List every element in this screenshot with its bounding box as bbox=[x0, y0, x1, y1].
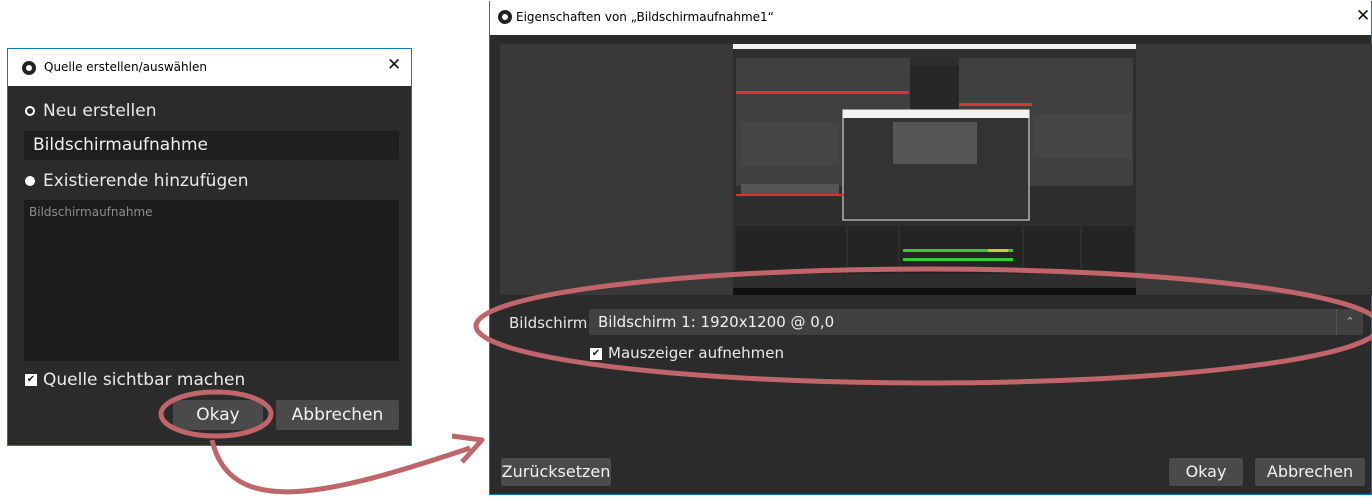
cancel-button[interactable]: Abbrechen bbox=[1255, 458, 1365, 486]
radio-new[interactable]: Neu erstellen bbox=[25, 101, 156, 121]
title-bar: Quelle erstellen/auswählen ✕ bbox=[8, 49, 411, 86]
cursor-checkbox-row[interactable]: ✔ Mauszeiger aufnehmen bbox=[590, 344, 784, 362]
obs-logo-icon bbox=[498, 10, 512, 24]
screen-select-value: Bildschirm 1: 1920x1200 @ 0,0 bbox=[598, 313, 835, 331]
reset-button[interactable]: Zurücksetzen bbox=[501, 458, 611, 486]
radio-existing[interactable]: Existierende hinzufügen bbox=[25, 171, 249, 191]
existing-sources-list[interactable]: Bildschirmaufnahme bbox=[24, 200, 399, 361]
properties-dialog: Eigenschaften von „Bildschirmaufnahme1“ … bbox=[489, 1, 1372, 495]
ok-button[interactable]: Okay bbox=[173, 400, 263, 430]
visible-checkbox-row[interactable]: ✔ Quelle sichtbar machen bbox=[25, 370, 245, 390]
close-icon[interactable]: ✕ bbox=[1356, 6, 1370, 26]
screen-capture-preview bbox=[733, 44, 1136, 295]
source-name-input[interactable]: Bildschirmaufnahme bbox=[24, 131, 399, 160]
visible-checkbox[interactable]: ✔ bbox=[25, 374, 37, 386]
cursor-checkbox-label: Mauszeiger aufnehmen bbox=[608, 344, 784, 362]
arrow-head-icon bbox=[451, 433, 485, 464]
visible-checkbox-label: Quelle sichtbar machen bbox=[43, 370, 246, 390]
chevron-updown-icon[interactable]: ⌃ bbox=[1336, 309, 1363, 335]
screen-select[interactable]: Bildschirm 1: 1920x1200 @ 0,0 ⌃ bbox=[589, 309, 1363, 335]
title-bar: Eigenschaften von „Bildschirmaufnahme1“ … bbox=[490, 1, 1371, 35]
create-source-dialog: Quelle erstellen/auswählen ✕ Neu erstell… bbox=[7, 48, 412, 446]
dialog-title: Eigenschaften von „Bildschirmaufnahme1“ bbox=[516, 10, 774, 24]
radio-existing-label: Existierende hinzufügen bbox=[43, 171, 249, 191]
close-icon[interactable]: ✕ bbox=[387, 55, 401, 75]
preview-area bbox=[500, 44, 1372, 295]
obs-logo-icon bbox=[22, 61, 36, 75]
cancel-button[interactable]: Abbrechen bbox=[276, 400, 399, 430]
preview-thumbnail bbox=[733, 44, 1136, 295]
arrow-curve bbox=[209, 439, 471, 495]
dialog-title: Quelle erstellen/auswählen bbox=[44, 60, 207, 74]
radio-new-indicator[interactable] bbox=[25, 106, 35, 116]
ok-button[interactable]: Okay bbox=[1169, 458, 1243, 486]
radio-new-label: Neu erstellen bbox=[43, 101, 157, 121]
radio-existing-indicator[interactable] bbox=[25, 176, 35, 186]
list-item[interactable]: Bildschirmaufnahme bbox=[29, 205, 153, 219]
cursor-checkbox[interactable]: ✔ bbox=[590, 347, 602, 360]
screen-label: Bildschirm bbox=[509, 314, 588, 332]
